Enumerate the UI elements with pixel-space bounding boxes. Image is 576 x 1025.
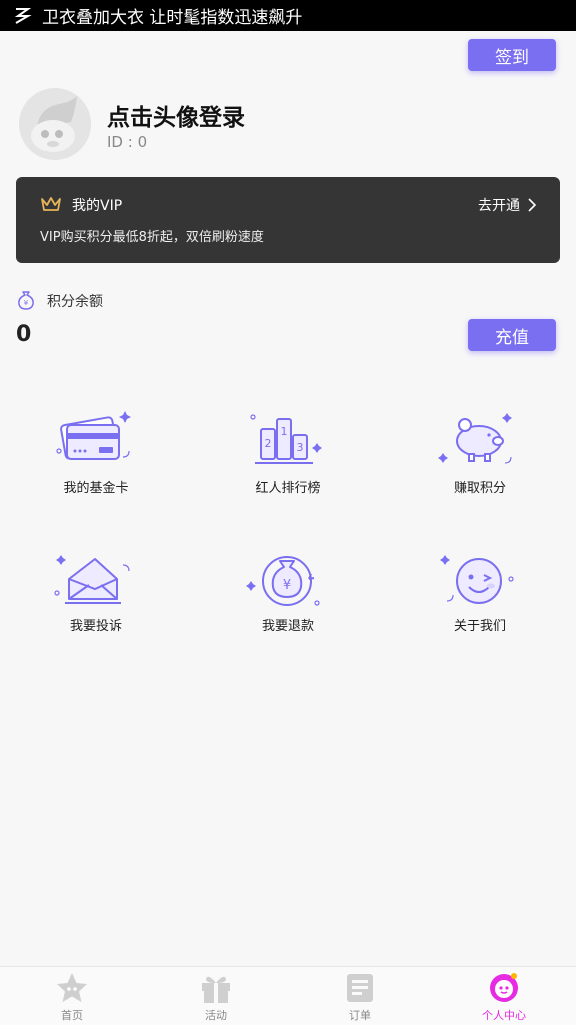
avatar[interactable]	[19, 88, 91, 160]
recharge-button[interactable]: 充值	[468, 319, 556, 351]
vip-card[interactable]: 我的VIP 去开通 VIP购买积分最低8折起，双倍刷粉速度	[16, 177, 560, 263]
grid-item-about-us[interactable]: 关于我们	[384, 553, 576, 634]
grid-item-label: 我要退款	[261, 619, 314, 634]
chevron-right-icon	[528, 198, 536, 212]
gift-icon	[202, 976, 230, 1003]
user-id: ID : 0	[107, 133, 148, 151]
smiley-face-icon	[440, 555, 514, 604]
receipt-icon	[347, 974, 373, 1002]
points-balance-label: 积分余额	[47, 294, 103, 310]
grid-item-complaint[interactable]: 我要投诉	[0, 553, 192, 634]
vip-description: VIP购买积分最低8折起，双倍刷粉速度	[40, 230, 264, 245]
tab-profile[interactable]: 个人中心	[432, 967, 576, 1025]
svg-text:3: 3	[297, 441, 304, 454]
tab-label: 个人中心	[482, 1009, 526, 1022]
grid-item-earn-points[interactable]: 赚取积分	[384, 405, 576, 496]
piggy-bank-icon	[438, 413, 512, 464]
grid-item-fund-card[interactable]: 我的基金卡	[0, 405, 192, 496]
grid-item-ranking[interactable]: 2 1 3 红人排行榜	[192, 405, 384, 496]
tab-label: 订单	[349, 1009, 371, 1022]
crown-icon	[41, 197, 61, 211]
login-prompt-title[interactable]: 点击头像登录	[107, 98, 245, 132]
ranking-podium-icon: 2 1 3	[250, 414, 322, 464]
tab-home[interactable]: 首页	[0, 967, 144, 1025]
profile-mascot-icon	[490, 973, 518, 1002]
tab-activity[interactable]: 活动	[144, 967, 288, 1025]
money-bag-icon: ¥	[18, 291, 34, 310]
bottom-tab-bar: 首页 活动 订单 个人中心	[0, 966, 576, 1025]
fund-card-icon	[56, 411, 131, 460]
svg-text:¥: ¥	[24, 299, 29, 307]
svg-text:2: 2	[265, 437, 272, 450]
svg-text:¥: ¥	[283, 578, 291, 593]
refund-money-bag-icon: ¥	[246, 556, 320, 606]
tab-label: 首页	[61, 1009, 83, 1022]
status-bar-notification-text: 卫衣叠加大衣 让时髦指数迅速飙升	[42, 8, 303, 28]
complaint-envelope-icon	[54, 555, 130, 604]
grid-item-label: 赚取积分	[453, 481, 506, 496]
vip-open-label: 去开通	[478, 198, 520, 214]
home-star-icon	[57, 973, 87, 1002]
svg-text:1: 1	[281, 425, 288, 438]
vip-title: 我的VIP	[72, 198, 123, 214]
grid-item-label: 关于我们	[453, 619, 506, 634]
checkin-button[interactable]: 签到	[468, 39, 556, 71]
vip-open-link[interactable]: 去开通	[478, 195, 536, 215]
app-notification-icon	[14, 7, 32, 24]
grid-item-label: 我的基金卡	[63, 481, 129, 496]
points-balance-value: 0	[16, 322, 32, 347]
grid-item-refund[interactable]: ¥ 我要退款	[192, 553, 384, 634]
tab-orders[interactable]: 订单	[288, 967, 432, 1025]
status-bar: 卫衣叠加大衣 让时髦指数迅速飙升	[0, 0, 576, 31]
grid-item-label: 红人排行榜	[255, 481, 321, 496]
default-avatar-icon	[19, 88, 91, 160]
grid-item-label: 我要投诉	[69, 619, 122, 634]
tab-label: 活动	[205, 1009, 227, 1022]
